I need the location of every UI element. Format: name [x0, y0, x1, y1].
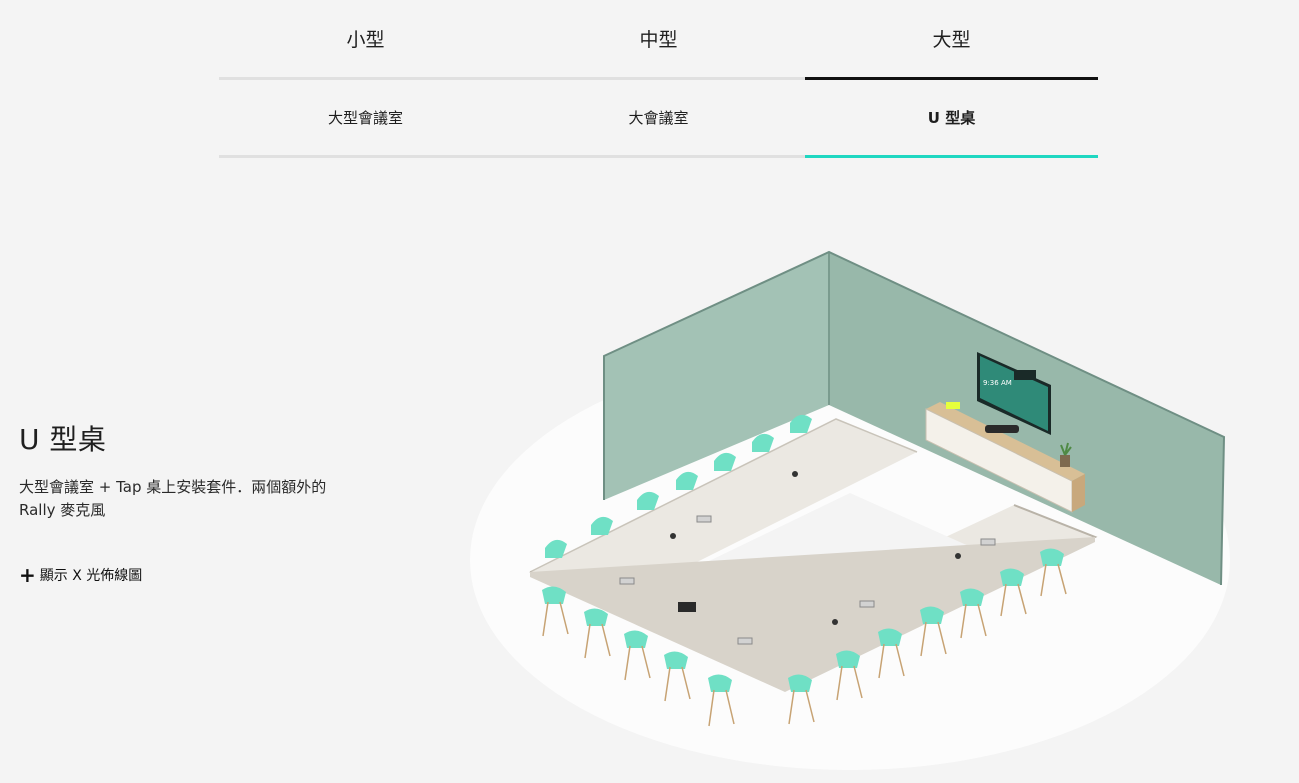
tab-large-meeting-room[interactable]: 大型會議室	[219, 80, 512, 158]
tab-small-label: 小型	[346, 29, 385, 51]
plant-pot	[1060, 455, 1070, 467]
rally-bar	[985, 425, 1019, 433]
room-illustration: 9:36 AM	[470, 250, 1230, 770]
size-tabs: 小型 中型 大型	[219, 0, 1098, 80]
xray-toggle-button[interactable]: + 顯示 X 光佈線圖	[19, 565, 142, 585]
tab-large[interactable]: 大型	[805, 0, 1098, 80]
tab-big-meeting-room[interactable]: 大會議室	[512, 80, 805, 158]
tab-large-meeting-room-label: 大型會議室	[327, 109, 403, 127]
plus-icon: +	[19, 563, 36, 587]
tab-u-shape-table[interactable]: U 型桌	[805, 80, 1098, 158]
room-tabs: 大型會議室 大會議室 U 型桌	[219, 80, 1098, 158]
tap-controller	[678, 602, 696, 612]
tab-big-meeting-room-label: 大會議室	[628, 109, 689, 127]
tab-medium[interactable]: 中型	[512, 0, 805, 80]
tab-medium-label: 中型	[639, 29, 678, 51]
tab-small[interactable]: 小型	[219, 0, 512, 80]
tv-clock: 9:36 AM	[983, 379, 1012, 387]
sticky-notes	[946, 402, 960, 409]
tab-large-label: 大型	[932, 29, 971, 51]
xray-toggle-label: 顯示 X 光佈線圖	[39, 568, 143, 584]
room-title: U 型桌	[19, 423, 107, 456]
room-info: U 型桌 大型會議室 + Tap 桌上安裝套件．兩個額外的 Rally 麥克風	[19, 418, 339, 522]
room-description: 大型會議室 + Tap 桌上安裝套件．兩個額外的 Rally 麥克風	[19, 478, 327, 519]
tab-u-shape-table-label: U 型桌	[927, 109, 976, 127]
